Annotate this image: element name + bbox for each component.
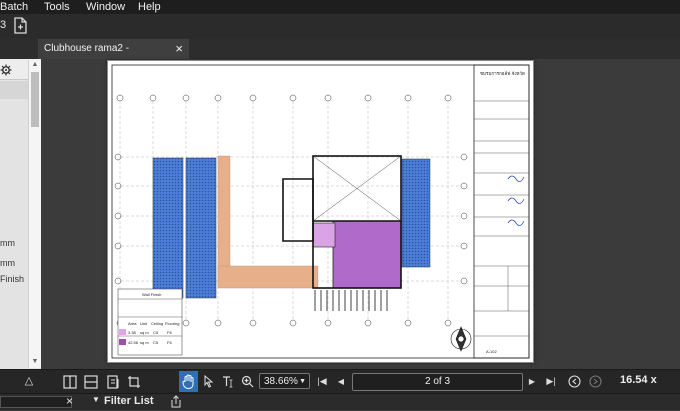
- legend-header-unit: Unit: [140, 321, 148, 326]
- drawing-sheet[interactable]: ชมรมการกอล์ฟ จังหวัด A-102 Wall Finish A…: [107, 60, 534, 363]
- select-arrow-icon[interactable]: [202, 373, 216, 390]
- scroll-down-icon[interactable]: ▼: [29, 358, 41, 365]
- compare-icon[interactable]: [106, 373, 122, 390]
- legend-swatch-light: [119, 329, 126, 335]
- legend-row1-unit: sq m: [140, 330, 149, 335]
- legend-header-area: Area: [128, 321, 137, 326]
- first-page-icon[interactable]: |◀: [316, 373, 328, 390]
- filter-icon[interactable]: ▼: [92, 395, 100, 404]
- previous-page-icon[interactable]: ◀: [336, 373, 346, 390]
- single-page-view-icon[interactable]: [62, 373, 78, 390]
- panel-value-mm-1: mm: [0, 238, 15, 248]
- menu-window[interactable]: Window: [86, 0, 125, 14]
- scroll-up-icon[interactable]: ▲: [29, 61, 41, 68]
- legend-row2-ceiling: C5: [153, 340, 159, 345]
- previous-view-icon[interactable]: [567, 373, 581, 390]
- legend-header-ceiling: Ceiling: [151, 321, 163, 326]
- tab-clubhouse-floor-ceiling[interactable]: Clubhouse rama2 - Floor&Ceiling ×: [38, 39, 189, 73]
- gear-icon[interactable]: [0, 63, 12, 76]
- menu-tools[interactable]: Tools: [44, 0, 70, 14]
- filter-list-label[interactable]: Filter List: [104, 395, 154, 407]
- legend-row2-flooring: F6: [167, 340, 172, 345]
- legend-row2-unit: sq m: [140, 340, 149, 345]
- last-page-icon[interactable]: ▶|: [545, 373, 557, 390]
- close-tab-icon[interactable]: ×: [175, 39, 183, 58]
- document-tab-bar: Clubhouse rama2 - Floor&Ceiling ×: [0, 38, 680, 73]
- next-page-icon[interactable]: ▶: [527, 373, 537, 390]
- next-view-icon[interactable]: [588, 373, 602, 390]
- new-document-icon[interactable]: [12, 17, 28, 34]
- navigation-bar: △ 38.66% ▼ |◀ ◀ 2 of 3 ▶ ▶| 16.54 x: [0, 369, 680, 394]
- crop-icon[interactable]: [126, 373, 142, 390]
- search-input[interactable]: [0, 396, 72, 408]
- legend-row2-area: 42.56: [128, 340, 139, 345]
- legend-row1-flooring: F6: [167, 330, 172, 335]
- legend-row1-area: 3.38: [128, 330, 137, 335]
- sheet-number: A-102: [486, 349, 497, 354]
- page-number-input[interactable]: 2 of 3: [352, 373, 523, 391]
- zoom-level-input[interactable]: 38.66% ▼: [259, 373, 310, 389]
- zoom-icon[interactable]: [240, 373, 254, 390]
- scrollbar-thumb[interactable]: [31, 72, 39, 127]
- page-count-fragment: 3: [0, 19, 7, 31]
- menu-help[interactable]: Help: [138, 0, 161, 14]
- menu-bar: Batch Tools Window Help: [0, 0, 680, 14]
- main-toolbar: 3: [0, 14, 680, 39]
- legend-row1-ceiling: C5: [153, 330, 159, 335]
- zoom-value: 38.66%: [264, 376, 298, 387]
- north-arrow-icon: [450, 326, 472, 352]
- legend-header-flooring: Flooring: [165, 321, 179, 326]
- floor-plan-drawing: ชมรมการกอล์ฟ จังหวัด A-102 Wall Finish A…: [111, 64, 530, 359]
- panel-value-mm-2: mm: [0, 258, 15, 268]
- close-search-icon[interactable]: ×: [66, 394, 73, 408]
- bottom-panel-bar: × ▼ Filter List: [0, 393, 680, 410]
- title-block-name: ชมรมการกอล์ฟ จังหวัด: [480, 70, 525, 76]
- share-icon[interactable]: [170, 395, 182, 408]
- split-view-icon[interactable]: [83, 373, 99, 390]
- legend-swatch-dark: [119, 339, 126, 345]
- text-select-icon[interactable]: [220, 373, 234, 390]
- panel-scrollbar[interactable]: ▲ ▼: [28, 60, 41, 368]
- chevron-down-icon[interactable]: ▼: [299, 374, 306, 390]
- triangle-up-icon[interactable]: △: [22, 373, 36, 390]
- menu-batch[interactable]: Batch: [0, 0, 28, 14]
- panel-row-selected[interactable]: [0, 81, 28, 99]
- legend-title: Wall Finish: [142, 292, 161, 297]
- measurement-readout: 16.54 x: [620, 374, 657, 386]
- pan-hand-icon[interactable]: [179, 371, 198, 392]
- panel-value-finish: Finish: [0, 274, 25, 284]
